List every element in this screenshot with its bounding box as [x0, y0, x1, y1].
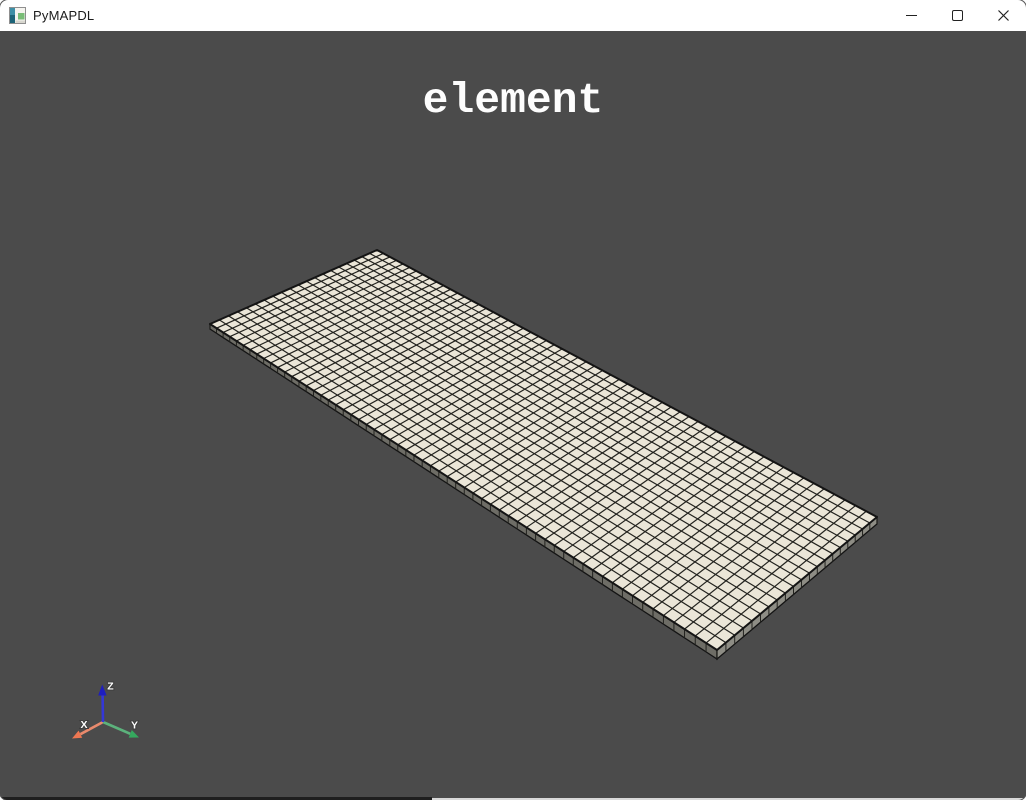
close-button[interactable] [980, 0, 1026, 31]
minimize-icon [905, 15, 917, 16]
x-axis-label: X [80, 719, 87, 731]
maximize-button[interactable] [934, 0, 980, 31]
app-icon [9, 7, 26, 24]
y-axis-label: Y [131, 720, 138, 732]
y-axis-shaft [102, 720, 131, 735]
maximize-icon [951, 10, 963, 21]
titlebar[interactable]: PyMAPDL [0, 0, 1026, 31]
window-controls [888, 0, 1026, 31]
pymapdl-window: PyMAPDL element X Y Z [0, 0, 1026, 800]
minimize-button[interactable] [888, 0, 934, 31]
z-axis-label: Z [107, 681, 114, 693]
close-icon [997, 10, 1009, 21]
window-title: PyMAPDL [33, 8, 95, 23]
z-axis-arrowhead [98, 684, 107, 696]
element-mesh [209, 249, 878, 661]
axes-widget: X Y Z [72, 680, 139, 739]
render-viewport[interactable]: element X Y Z [0, 31, 1026, 800]
scene-canvas[interactable]: X Y Z [0, 31, 1026, 800]
